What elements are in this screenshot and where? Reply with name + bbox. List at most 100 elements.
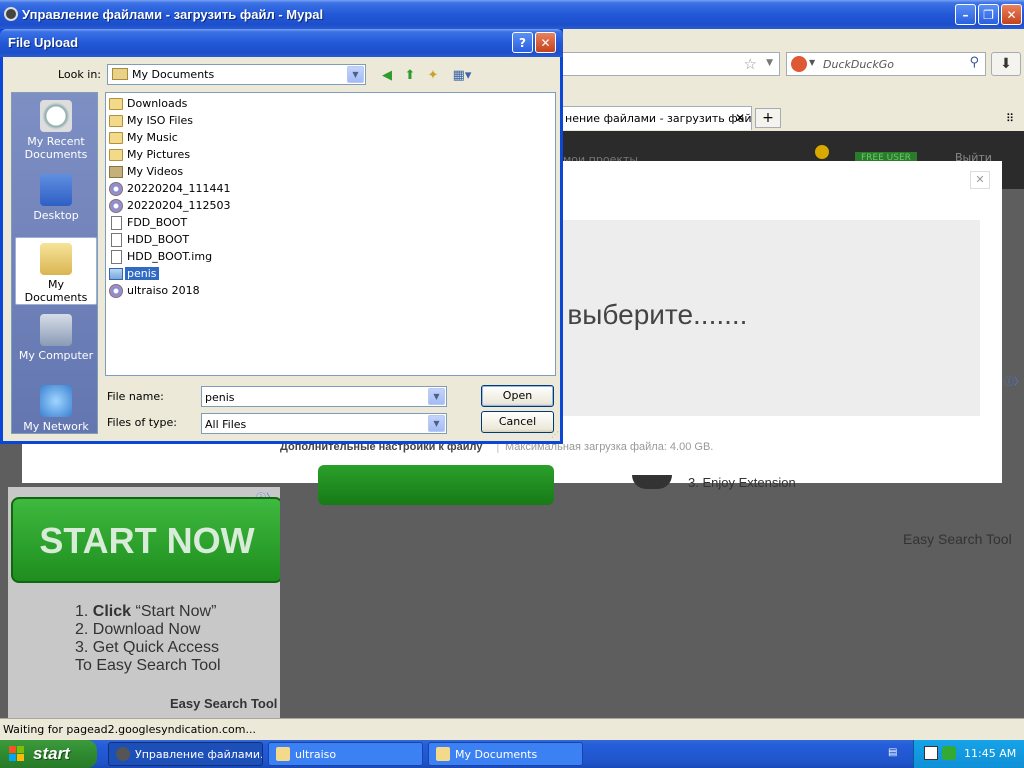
start-now-button[interactable]: START NOW: [11, 497, 280, 583]
network-tray-icon[interactable]: [942, 746, 956, 760]
image-file-icon: [109, 267, 123, 280]
list-item[interactable]: HDD_BOOT.img: [109, 248, 214, 265]
ad-step-1: 1. Click “Start Now”: [75, 603, 217, 620]
folder-icon: [436, 747, 450, 761]
new-folder-icon[interactable]: ✦: [424, 66, 442, 84]
browser-title: Управление файлами - загрузить файл - My…: [22, 7, 324, 22]
disc-image-icon: [109, 283, 123, 298]
place-my-documents[interactable]: My Documents: [15, 237, 97, 305]
list-item[interactable]: My Pictures: [109, 146, 192, 163]
ad-info-icon[interactable]: ⓘ〉: [1004, 373, 1024, 388]
keyboard-icon[interactable]: ▤: [888, 747, 902, 761]
dialog-title-bar[interactable]: File Upload ? ✕: [0, 29, 563, 57]
folder-icon: [276, 747, 290, 761]
taskbar-item-my-documents[interactable]: My Documents: [428, 742, 583, 766]
place-my-recent-documents[interactable]: My Recent Documents: [15, 95, 97, 163]
search-placeholder: DuckDuckGo: [823, 58, 894, 71]
views-menu-icon[interactable]: ▦▾: [449, 66, 475, 84]
status-bar: Waiting for pagead2.googlesyndication.co…: [0, 718, 1024, 740]
ad-steps: 1. Click “Start Now” 2. Download Now 3. …: [75, 603, 221, 675]
file-icon: [111, 249, 122, 264]
url-bar[interactable]: ☆ ▼: [560, 52, 780, 76]
status-text: Waiting for pagead2.googlesyndication.co…: [3, 723, 256, 736]
taskbar-item-browser[interactable]: Управление файлами...: [108, 742, 263, 766]
look-in-value: My Documents: [132, 68, 215, 81]
disc-image-icon: [109, 181, 123, 196]
list-item[interactable]: Downloads: [109, 95, 189, 112]
tab-close-icon[interactable]: ✕: [735, 111, 745, 125]
ad-step-3: 3. Get Quick Access: [75, 639, 220, 656]
list-item-selected[interactable]: penis: [109, 265, 159, 282]
disc-image-icon: [109, 198, 123, 213]
cancel-button[interactable]: Cancel: [481, 411, 554, 433]
minimize-button[interactable]: –: [955, 4, 976, 25]
clock[interactable]: 11:45 AM: [964, 747, 1016, 760]
chevron-down-icon[interactable]: ▼: [428, 415, 445, 432]
list-item[interactable]: FDD_BOOT: [109, 214, 189, 231]
browser-title-bar[interactable]: Управление файлами - загрузить файл - My…: [0, 0, 1024, 29]
tab-active[interactable]: нение файлами - загрузить файл ✕: [560, 106, 752, 130]
bookmark-star-icon[interactable]: ☆: [744, 55, 757, 73]
list-item[interactable]: HDD_BOOT: [109, 231, 191, 248]
taskbar: start Управление файлами... ultraiso My …: [0, 740, 1024, 768]
open-button[interactable]: Open: [481, 385, 554, 407]
file-type-label: Files of type:: [107, 416, 178, 429]
up-folder-icon[interactable]: ⬆: [401, 66, 419, 84]
ad-right-step: 3. Enjoy Extension: [688, 475, 796, 490]
duckduckgo-icon[interactable]: [791, 56, 807, 72]
search-bar[interactable]: ▼ DuckDuckGo ⚲: [786, 52, 986, 76]
place-my-computer[interactable]: My Computer: [15, 309, 97, 377]
place-desktop[interactable]: Desktop: [15, 169, 97, 237]
file-upload-dialog: File Upload ? ✕ Look in: My Documents ▼ …: [0, 29, 563, 444]
search-engine-dropdown-icon[interactable]: ▼: [809, 58, 815, 67]
folder-icon: [109, 114, 123, 127]
file-list[interactable]: Downloads My ISO Files My Music My Pictu…: [105, 92, 556, 376]
videos-folder-icon: [109, 165, 123, 178]
list-item[interactable]: My ISO Files: [109, 112, 195, 129]
music-folder-icon: [109, 131, 123, 144]
windows-logo-icon: [9, 746, 26, 762]
ad-right-footer[interactable]: Easy Search Tool: [903, 531, 1012, 547]
ad-left-footer[interactable]: Easy Search Tool: [170, 696, 277, 711]
notification-icon[interactable]: [815, 145, 829, 159]
list-item[interactable]: 20220204_111441: [109, 180, 232, 197]
taskbar-item-ultraiso[interactable]: ultraiso: [268, 742, 423, 766]
tab-list-icon[interactable]: ⠿: [1006, 112, 1014, 125]
mypal-icon: [116, 747, 130, 761]
ad-right-button[interactable]: [318, 465, 554, 505]
start-label: start: [33, 744, 70, 763]
file-type-select[interactable]: All Files ▼: [201, 413, 447, 434]
help-button[interactable]: ?: [512, 32, 533, 53]
back-icon[interactable]: ◀: [378, 66, 396, 84]
file-name-label: File name:: [107, 390, 164, 403]
list-item[interactable]: My Videos: [109, 163, 185, 180]
drop-zone[interactable]: и выберите.......: [540, 220, 980, 416]
url-dropdown-icon[interactable]: ▼: [766, 58, 773, 68]
start-button[interactable]: start: [0, 740, 97, 768]
ad-step-3b: To Easy Search Tool: [75, 657, 221, 674]
close-button[interactable]: ✕: [1001, 4, 1022, 25]
desktop-icon: [40, 174, 72, 206]
chevron-down-icon[interactable]: ▼: [347, 66, 364, 83]
place-my-network[interactable]: My Network: [15, 380, 97, 448]
modal-close-icon[interactable]: ✕: [970, 171, 990, 189]
list-item[interactable]: ultraiso 2018: [109, 282, 202, 299]
maximize-button[interactable]: ❐: [978, 4, 999, 25]
resize-grip-icon[interactable]: ⋰: [551, 430, 561, 440]
new-tab-button[interactable]: +: [755, 108, 781, 128]
file-name-input[interactable]: penis ▼: [201, 386, 447, 407]
dialog-close-button[interactable]: ✕: [535, 32, 556, 53]
ad-step-2: 2. Download Now: [75, 621, 201, 638]
mypal-icon: [4, 7, 18, 21]
tray-icon[interactable]: [924, 746, 938, 760]
ad-left: ⓘ〉 START NOW 1. Click “Start Now” 2. Dow…: [8, 487, 280, 718]
pictures-folder-icon: [109, 148, 123, 161]
look-in-dropdown[interactable]: My Documents ▼: [107, 64, 366, 85]
list-item[interactable]: My Music: [109, 129, 180, 146]
download-button[interactable]: ⬇: [991, 52, 1021, 76]
chevron-down-icon[interactable]: ▼: [428, 388, 445, 405]
search-icon[interactable]: ⚲: [969, 55, 979, 70]
drop-zone-text: и выберите.......: [544, 299, 748, 330]
list-item[interactable]: 20220204_112503: [109, 197, 232, 214]
system-tray: 11:45 AM: [913, 740, 1024, 768]
